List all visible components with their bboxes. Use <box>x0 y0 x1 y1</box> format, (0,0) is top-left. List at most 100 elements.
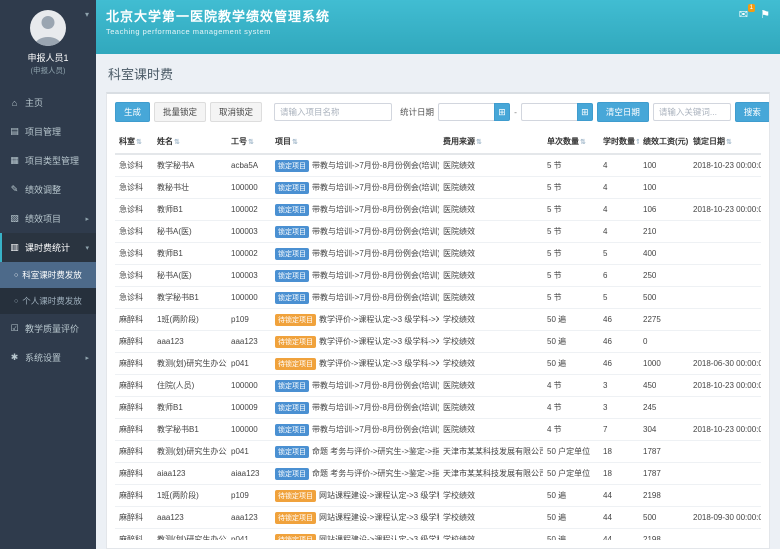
name-cell: 教师B1 <box>153 397 227 419</box>
table-row[interactable]: 急诊科秘书A(医)100003锁定项目带教与培训->7月份-8月份例会(培训)医… <box>115 265 761 287</box>
hours-cell: 5 <box>599 243 639 265</box>
column-header[interactable]: 单次数量⇅ <box>543 130 599 154</box>
pay-cell: 2198 <box>639 485 689 507</box>
id-cell: 100000 <box>227 177 271 199</box>
date-to-input[interactable] <box>521 103 577 121</box>
table-row[interactable]: 麻醉科1班(两阶段)p109待锁定项目网站课程建设->课程认定->3 级学科->… <box>115 485 761 507</box>
name-cell: 住院(人员) <box>153 375 227 397</box>
project-cell: 锁定项目带教与培训->7月份-8月份例会(培训) <box>271 419 439 441</box>
column-header[interactable]: 学时数量⇅ <box>599 130 639 154</box>
source-cell: 医院绩效 <box>439 199 543 221</box>
table-row[interactable]: 麻醉科教测(划)研究生办公室Ap041待锁定项目网站课程建设->课程认定->3 … <box>115 529 761 541</box>
home-icon: ⌂ <box>9 98 20 108</box>
sidebar-item-fee-stats[interactable]: ▥课时费统计▾ <box>0 233 96 262</box>
column-header[interactable]: 姓名⇅ <box>153 130 227 154</box>
generate-button[interactable]: 生成 <box>115 102 150 122</box>
app-subtitle: Teaching performance management system <box>106 27 330 36</box>
table-row[interactable]: 急诊科教秘书壮100000锁定项目带教与培训->7月份-8月份例会(培训)医院绩… <box>115 177 761 199</box>
source-cell: 医院绩效 <box>439 375 543 397</box>
user-panel[interactable]: 申报人员1 (申报人员) ▾ <box>0 0 96 88</box>
name-cell: 秘书A(医) <box>153 221 227 243</box>
name-cell: 1班(两阶段) <box>153 309 227 331</box>
content-panel: 生成 批量锁定 取消锁定 统计日期 ⊞ - ⊞ 清空日期 <box>106 92 770 549</box>
sidebar-item-projects[interactable]: ▤项目管理 <box>0 117 96 146</box>
flag-icon[interactable]: ⚑ <box>760 8 770 21</box>
id-cell: aaa123 <box>227 507 271 529</box>
bullet-icon: ○ <box>14 272 18 279</box>
sidebar-item-perf-projects[interactable]: ▧绩效项目▸ <box>0 204 96 233</box>
submenu-fee-stats: ○科室课时费发放○个人课时费发放 <box>0 262 96 314</box>
hours-cell: 18 <box>599 463 639 485</box>
column-header[interactable]: 锁定日期⇅ <box>689 130 761 154</box>
column-header[interactable]: 绩效工资(元)⇅ <box>639 130 689 154</box>
name-cell: 教测(划)研究生办公室A <box>153 441 227 463</box>
page-title: 科室课时费 <box>108 64 770 83</box>
sidebar-item-settings[interactable]: ✱系统设置▸ <box>0 343 96 372</box>
table-row[interactable]: 麻醉科教学秘书B1100000锁定项目带教与培训->7月份-8月份例会(培训)医… <box>115 419 761 441</box>
column-header[interactable]: 科室⇅ <box>115 130 153 154</box>
clear-date-button[interactable]: 清空日期 <box>597 102 649 122</box>
unit-cell: 5 节 <box>543 265 599 287</box>
source-cell: 天津市某某科技发展有限公司某某项目 <box>439 441 543 463</box>
lockdate-cell <box>689 177 761 199</box>
id-cell: p041 <box>227 529 271 541</box>
app-header: 北京大学第一医院教学绩效管理系统 Teaching performance ma… <box>96 0 780 54</box>
calendar-icon[interactable]: ⊞ <box>494 103 510 121</box>
table-row[interactable]: 麻醉科aiaa123aiaa123锁定项目命题 考务与评价->研究生->鉴定->… <box>115 463 761 485</box>
sidebar-item-quality[interactable]: ☑教学质量评价 <box>0 314 96 343</box>
project-cell: 待锁定项目网站课程建设->课程认定->3 级学科->X 学员 <box>271 529 439 541</box>
table-row[interactable]: 麻醉科教测(划)研究生办公室Ap041锁定项目命题 考务与评价->研究生->鉴定… <box>115 441 761 463</box>
table-row[interactable]: 急诊科教师B1100002锁定项目带教与培训->7月份-8月份例会(培训)医院绩… <box>115 243 761 265</box>
status-badge: 锁定项目 <box>275 380 309 392</box>
table-row[interactable]: 麻醉科教师B1100009锁定项目带教与培训->7月份-8月份例会(培训)医院绩… <box>115 397 761 419</box>
sidebar-subitem-personal-fee[interactable]: ○个人课时费发放 <box>0 288 96 314</box>
hours-cell: 4 <box>599 221 639 243</box>
column-header[interactable]: 费用来源⇅ <box>439 130 543 154</box>
dept-cell: 麻醉科 <box>115 397 153 419</box>
hours-cell: 4 <box>599 199 639 221</box>
chevron-down-icon: ▾ <box>85 244 89 252</box>
status-badge: 锁定项目 <box>275 270 309 282</box>
table-row[interactable]: 麻醉科教测(划)研究生办公室Ap041待锁定项目教学评价->课程认定->3 级学… <box>115 353 761 375</box>
batch-unlock-button[interactable]: 取消锁定 <box>210 102 262 122</box>
calendar-icon[interactable]: ⊞ <box>577 103 593 121</box>
table-row[interactable]: 麻醉科aaa123aaa123待锁定项目教学评价->课程认定->3 级学科->X… <box>115 331 761 353</box>
table-row[interactable]: 急诊科教师B1100002锁定项目带教与培训->7月份-8月份例会(培训)医院绩… <box>115 199 761 221</box>
sidebar-subitem-dept-fee[interactable]: ○科室课时费发放 <box>0 262 96 288</box>
sidebar: 申报人员1 (申报人员) ▾ ⌂主页▤项目管理▦项目类型管理✎绩效调整▧绩效项目… <box>0 0 96 549</box>
sidebar-item-project-types[interactable]: ▦项目类型管理 <box>0 146 96 175</box>
date-from-input[interactable] <box>438 103 494 121</box>
dept-cell: 急诊科 <box>115 154 153 177</box>
search-button[interactable]: 搜索 <box>735 102 770 122</box>
sidebar-item-perf-adjust[interactable]: ✎绩效调整 <box>0 175 96 204</box>
sort-icon: ⇅ <box>248 139 254 146</box>
batch-lock-button[interactable]: 批量锁定 <box>154 102 206 122</box>
table-row[interactable]: 急诊科秘书A(医)100003锁定项目带教与培训->7月份-8月份例会(培训)医… <box>115 221 761 243</box>
id-cell: aaa123 <box>227 331 271 353</box>
sidebar-item-home[interactable]: ⌂主页 <box>0 88 96 117</box>
status-badge: 锁定项目 <box>275 292 309 304</box>
table-row[interactable]: 急诊科教学秘书B1100000锁定项目带教与培训->7月份-8月份例会(培训)医… <box>115 287 761 309</box>
project-name-input[interactable] <box>274 103 392 121</box>
status-badge: 待锁定项目 <box>275 336 316 348</box>
keyword-input[interactable] <box>653 103 731 121</box>
lockdate-cell <box>689 287 761 309</box>
notification-icon[interactable]: ✉1 <box>739 8 748 21</box>
table-row[interactable]: 急诊科教学秘书Aacba5A锁定项目带教与培训->7月份-8月份例会(培训)医院… <box>115 154 761 177</box>
pay-cell: 210 <box>639 221 689 243</box>
fee-table: 科室⇅姓名⇅工号⇅项目⇅费用来源⇅单次数量⇅学时数量⇅绩效工资(元)⇅锁定日期⇅… <box>115 130 761 540</box>
dept-cell: 麻醉科 <box>115 309 153 331</box>
lockdate-cell: 2018-10-23 00:00:00 <box>689 375 761 397</box>
column-header[interactable]: 工号⇅ <box>227 130 271 154</box>
project-cell: 待锁定项目教学评价->课程认定->3 级学科->X 无编辑人 <box>271 309 439 331</box>
id-cell: 100003 <box>227 221 271 243</box>
table-row[interactable]: 麻醉科1班(两阶段)p109待锁定项目教学评价->课程认定->3 级学科->X … <box>115 309 761 331</box>
table-row[interactable]: 麻醉科aaa123aaa123待锁定项目网站课程建设->课程认定->3 级学科-… <box>115 507 761 529</box>
date-from-group: ⊞ <box>438 103 510 121</box>
unit-cell: 5 节 <box>543 199 599 221</box>
table-row[interactable]: 麻醉科住院(人员)100000锁定项目带教与培训->7月份-8月份例会(培训)医… <box>115 375 761 397</box>
column-header[interactable]: 项目⇅ <box>271 130 439 154</box>
name-cell: 秘书A(医) <box>153 265 227 287</box>
lockdate-cell: 2018-09-30 00:00:00 <box>689 507 761 529</box>
pay-cell: 500 <box>639 287 689 309</box>
